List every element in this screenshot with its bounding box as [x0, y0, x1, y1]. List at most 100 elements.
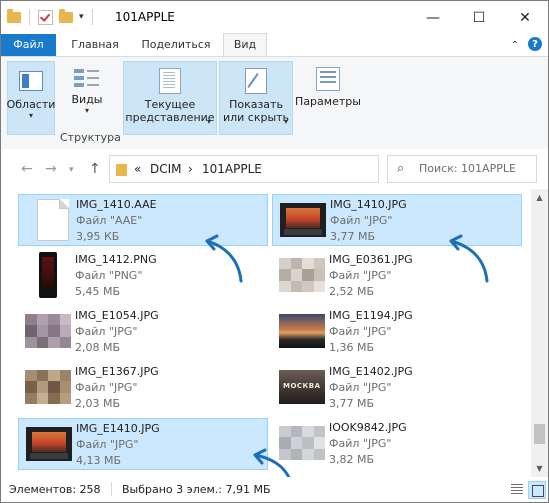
chevron-down-icon: ▾: [28, 111, 33, 120]
file-item[interactable]: IMG_E1054.JPG Файл "JPG" 2,08 МБ: [18, 306, 268, 358]
panes-label: Области: [6, 98, 56, 111]
explorer-window: ▾ 101APPLE — ☐ ✕ Файл Главная Поделиться…: [0, 0, 549, 503]
file-type: Файл "PNG": [75, 269, 143, 282]
file-name: IMG_1412.PNG: [75, 253, 157, 266]
chevron-down-icon: ▾: [84, 106, 89, 115]
show-hide-icon: [245, 68, 267, 94]
layout-icon: [74, 67, 100, 89]
file-type: Файл "JPG": [75, 325, 138, 338]
current-view-button[interactable]: Текущее представление: [123, 61, 217, 135]
breadcrumb-overflow[interactable]: «: [134, 162, 141, 176]
file-size: 3,82 МБ: [329, 453, 375, 466]
breadcrumb-separator[interactable]: ›: [188, 162, 193, 176]
file-size: 3,95 КБ: [76, 230, 120, 243]
navigation-bar: ← → ▾ ↑ « DCIM › 101APPLE ▾ ↻ ⌕ Поиск: 1…: [1, 149, 548, 189]
tab-share[interactable]: Поделиться: [135, 34, 217, 56]
window-controls: — ☐ ✕: [410, 1, 548, 34]
forward-arrow-icon[interactable]: →: [45, 161, 57, 177]
minimize-button[interactable]: —: [410, 1, 456, 34]
current-view-label-1: Текущее: [144, 98, 196, 111]
vertical-scrollbar[interactable]: ▲ ▼: [531, 189, 548, 477]
file-size: 3,77 МБ: [330, 230, 376, 243]
screenshot-thumbnail: [25, 252, 71, 298]
help-icon[interactable]: ?: [528, 37, 542, 51]
file-type: Файл "JPG": [329, 269, 392, 282]
status-bar: Элементов: 258 Выбрано 3 элем.: 7,91 МБ: [1, 477, 548, 502]
quick-access-toolbar: ▾: [7, 8, 95, 25]
file-size: 2,03 МБ: [75, 397, 121, 410]
file-item[interactable]: IMG_E1194.JPG Файл "JPG" 1,36 МБ: [272, 306, 522, 358]
tab-file[interactable]: Файл: [1, 34, 56, 56]
details-view-icon[interactable]: [509, 481, 525, 497]
file-item[interactable]: IOOK9842.JPG Файл "JPG" 3,82 МБ: [272, 418, 522, 470]
options-label: Параметры: [295, 95, 361, 108]
collapse-ribbon-icon[interactable]: ⌃: [507, 37, 523, 53]
file-name: IMG_E1367.JPG: [75, 365, 159, 378]
file-item[interactable]: IMG_E1402.JPG Файл "JPG" 3,77 МБ: [272, 362, 522, 414]
properties-icon[interactable]: [38, 9, 53, 25]
scroll-down-icon[interactable]: ▼: [531, 460, 548, 477]
recent-locations-icon[interactable]: ▾: [69, 165, 74, 175]
large-icons-view-icon[interactable]: [528, 481, 546, 499]
scrollbar-thumb[interactable]: [534, 424, 545, 444]
search-placeholder: Поиск: 101APPLE: [419, 162, 516, 175]
blurred-thumbnail: [279, 420, 325, 466]
qat-divider: [29, 9, 30, 25]
file-name: IMG_1410.JPG: [330, 198, 407, 211]
file-name: IMG_E1194.JPG: [329, 309, 413, 322]
up-arrow-icon[interactable]: ↑: [89, 161, 101, 177]
file-list: IMG_1410.AAE Файл "AAE" 3,95 КБ IMG_1410…: [1, 189, 531, 477]
file-name: IMG_E1410.JPG: [76, 422, 160, 435]
file-item[interactable]: IMG_1412.PNG Файл "PNG" 5,45 МБ: [18, 250, 268, 302]
ribbon-tabs: Файл Главная Поделиться Вид ⌃ ?: [1, 33, 548, 56]
chevron-down-icon: ▾: [207, 117, 212, 126]
file-name: IMG_E1402.JPG: [329, 365, 413, 378]
item-count: Элементов: 258: [9, 483, 101, 496]
file-type: Файл "JPG": [329, 381, 392, 394]
chevron-down-icon: ▾: [284, 117, 289, 126]
file-size: 5,45 МБ: [75, 285, 121, 298]
status-divider: [111, 482, 112, 496]
file-type: Файл "JPG": [75, 381, 138, 394]
close-button[interactable]: ✕: [502, 1, 548, 34]
options-button[interactable]: Параметры: [295, 61, 361, 133]
tab-view[interactable]: Вид: [223, 33, 267, 56]
blurred-thumbnail: [25, 364, 71, 410]
file-type: Файл "JPG": [329, 325, 392, 338]
qat-dropdown-icon[interactable]: ▾: [79, 12, 84, 22]
ribbon-panel: Области ▾ Виды ▾ Структура Текущее предс…: [1, 56, 548, 150]
file-name: IMG_E0361.JPG: [329, 253, 413, 266]
breadcrumb-dcim[interactable]: DCIM: [150, 162, 182, 176]
file-type: Файл "AAE": [76, 214, 143, 227]
selection-info: Выбрано 3 элем.: 7,91 МБ: [122, 483, 271, 496]
file-item[interactable]: IMG_E1410.JPG Файл "JPG" 4,13 МБ: [18, 418, 268, 470]
views-button[interactable]: Виды ▾: [65, 61, 109, 133]
file-item[interactable]: IMG_1410.JPG Файл "JPG" 3,77 МБ: [272, 194, 522, 246]
search-icon: ⌕: [397, 161, 405, 176]
search-input[interactable]: ⌕ Поиск: 101APPLE: [387, 155, 537, 183]
breadcrumb-101apple[interactable]: 101APPLE: [202, 162, 262, 176]
panes-button[interactable]: Области ▾: [7, 61, 55, 135]
file-item[interactable]: IMG_E0361.JPG Файл "JPG" 2,52 МБ: [272, 250, 522, 302]
scroll-up-icon[interactable]: ▲: [531, 189, 548, 206]
navigation-pane-icon: [19, 71, 43, 91]
new-folder-icon[interactable]: [59, 8, 73, 23]
title-bar: ▾ 101APPLE — ☐ ✕: [1, 1, 548, 34]
show-hide-button[interactable]: Показать или скрыть: [219, 61, 293, 135]
folder-icon: [7, 8, 21, 23]
back-arrow-icon[interactable]: ←: [21, 161, 33, 177]
tab-home[interactable]: Главная: [63, 34, 127, 56]
photo-thumbnail: [26, 421, 72, 467]
options-icon: [316, 67, 340, 91]
blurred-thumbnail: [279, 252, 325, 298]
window-title: 101APPLE: [115, 10, 175, 24]
file-item[interactable]: IMG_1410.AAE Файл "AAE" 3,95 КБ: [18, 194, 268, 246]
show-hide-label-2: или скрыть: [222, 111, 290, 124]
file-item[interactable]: IMG_E1367.JPG Файл "JPG" 2,03 МБ: [18, 362, 268, 414]
file-type: Файл "JPG": [330, 214, 393, 227]
maximize-button[interactable]: ☐: [456, 1, 502, 34]
current-view-label-2: представление: [125, 111, 215, 124]
address-bar[interactable]: « DCIM › 101APPLE ▾ ↻: [109, 155, 473, 183]
file-name: IMG_E1054.JPG: [75, 309, 159, 322]
file-name: IOOK9842.JPG: [329, 421, 407, 434]
